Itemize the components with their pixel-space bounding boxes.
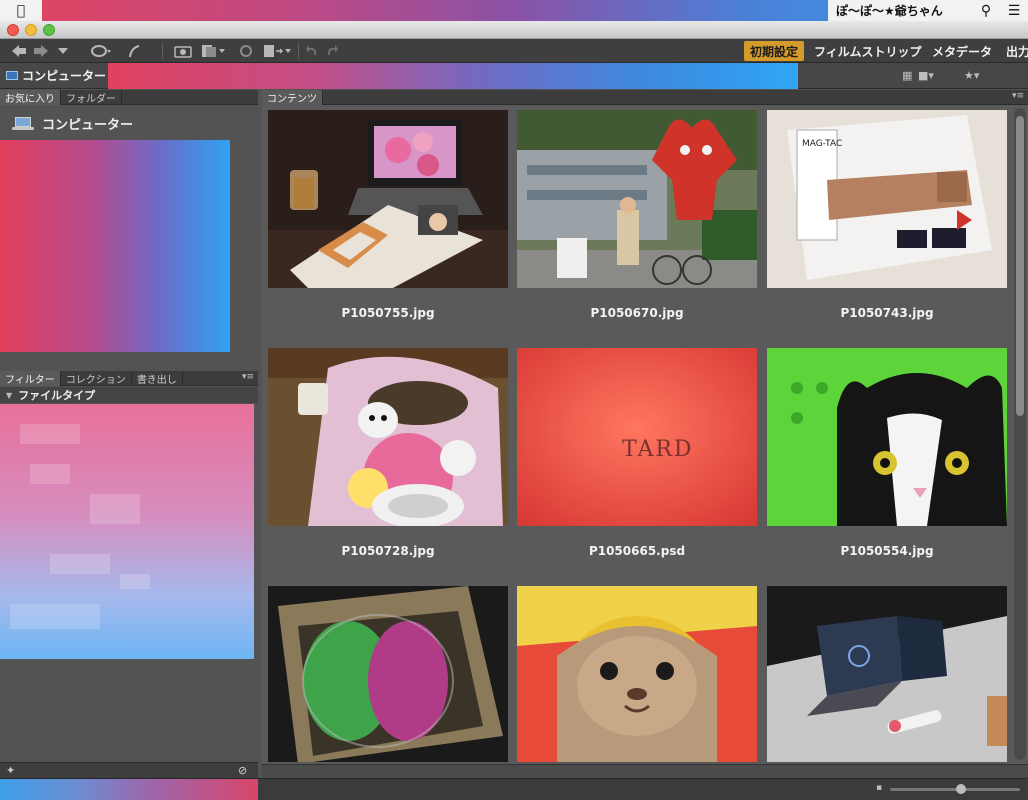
window-title-bar	[0, 21, 1028, 39]
vertical-scrollbar[interactable]	[1014, 108, 1026, 760]
thumbnail-image[interactable]	[767, 348, 1007, 526]
thumbnail-cell[interactable]	[268, 586, 508, 762]
panel-menu-icon[interactable]: ▾≡	[1012, 91, 1024, 101]
thumbnail-filename: P1050755.jpg	[341, 306, 435, 320]
filter-tab-row: フィルター コレクション 書き出し ▾≡	[0, 371, 258, 386]
path-item-label: コンピューター	[22, 69, 107, 83]
laptop-icon	[12, 116, 34, 131]
rotate-left-icon[interactable]	[304, 41, 320, 61]
path-bar: コンピューター ▦ ■▾ ★▾	[0, 63, 1028, 89]
toolbar-separator	[162, 43, 163, 59]
rotate-right-icon[interactable]	[324, 41, 340, 61]
workspace-tab-metadata[interactable]: メタデータ	[926, 41, 998, 61]
redacted-area	[108, 63, 798, 89]
thumbnail-size-dropdown-icon[interactable]: ■▾	[918, 69, 934, 82]
thumbnail-cell[interactable]: P1050554.jpg	[767, 348, 1007, 586]
workspace-tab-filmstrip[interactable]: フィルムストリップ	[808, 41, 928, 61]
thumbnail-size-slider[interactable]	[890, 784, 1020, 794]
slider-knob[interactable]	[956, 784, 966, 794]
thumbnail-cell[interactable]: TARD P1050665.psd	[517, 348, 757, 586]
apple-menu-icon[interactable]: 	[0, 0, 42, 21]
thumbnail-image[interactable]	[268, 348, 508, 526]
tab-folders[interactable]: フォルダー	[61, 90, 122, 105]
thumbnail-cell[interactable]: P1050670.jpg	[517, 110, 757, 348]
thumbnail-image[interactable]: TARD	[517, 348, 757, 526]
small-thumbnail-icon[interactable]: ▪	[876, 783, 882, 793]
favorites-item-computer[interactable]: コンピューター	[12, 114, 133, 133]
panel-menu-icon[interactable]: ▾≡	[242, 372, 254, 382]
thumbnail-grid: P1050755.jpg P1050670.jpg MAG-TAC P10507…	[262, 106, 1010, 762]
workspace-tab-output[interactable]: 出力	[1000, 41, 1028, 61]
favorites-item-label: コンピューター	[42, 118, 134, 133]
path-item-computer[interactable]: コンピューター	[6, 67, 106, 84]
workspace-tab-essentials[interactable]: 初期設定	[744, 41, 805, 61]
tab-filter[interactable]: フィルター	[0, 371, 61, 386]
toolbar-separator	[298, 43, 299, 59]
camera-import-icon[interactable]	[172, 41, 194, 61]
forward-arrow-icon[interactable]	[32, 41, 50, 61]
left-panel-status: ✦ ⊘	[0, 762, 258, 778]
stone-text: TARD	[622, 437, 694, 462]
tab-collections[interactable]: コレクション	[61, 371, 132, 386]
thumbnail-filename: P1050743.jpg	[840, 306, 934, 320]
tab-favorites[interactable]: お気に入り	[0, 90, 61, 105]
filter-section-title: ファイルタイプ	[18, 389, 96, 402]
clear-filter-icon[interactable]: ⊘	[238, 764, 247, 777]
reveal-recent-icon[interactable]	[126, 41, 142, 61]
thumbnail-cell[interactable]	[517, 586, 757, 762]
thumbnail-cell[interactable]: P1050728.jpg	[268, 348, 508, 586]
open-recent-icon[interactable]	[262, 41, 294, 61]
redacted-area	[0, 404, 254, 659]
computer-icon	[6, 71, 18, 80]
quality-grid-icon[interactable]: ▦	[902, 69, 912, 82]
user-name[interactable]: ぽ〜ぽ〜★爺ちゃん	[836, 2, 972, 19]
filter-section-header[interactable]: ▼ ファイルタイプ	[0, 387, 258, 403]
brand-label: MAG-TAC	[802, 139, 842, 149]
thumbnail-image[interactable]	[268, 110, 508, 288]
redacted-area	[0, 140, 230, 352]
tab-content[interactable]: コンテンツ	[262, 90, 323, 105]
zoom-window-button[interactable]	[43, 24, 55, 36]
pin-icon[interactable]: ✦	[6, 764, 15, 777]
thumbnail-image[interactable]	[517, 110, 757, 288]
close-window-button[interactable]	[7, 24, 19, 36]
scrollbar-thumb[interactable]	[1016, 116, 1024, 416]
star-filter-icon[interactable]: ★▾	[964, 69, 979, 82]
thumbnail-image[interactable]	[767, 586, 1007, 762]
thumbnail-cell[interactable]: P1050755.jpg	[268, 110, 508, 348]
content-bottom-bar	[262, 764, 1028, 778]
history-dropdown-icon[interactable]	[56, 41, 70, 61]
thumbnail-cell[interactable]: MAG-TAC P1050743.jpg	[767, 110, 1007, 348]
thumbnail-filename: P1050665.psd	[588, 544, 686, 558]
content-tab-row: コンテンツ ▾≡	[262, 90, 1028, 105]
content-panel: コンテンツ ▾≡ P1050755.jpg P1050670.jpg MAG-T…	[262, 90, 1028, 778]
thumbnail-cell[interactable]	[767, 586, 1007, 762]
list-icon[interactable]: ☰	[1000, 3, 1028, 19]
back-arrow-icon[interactable]	[10, 41, 28, 61]
minimize-window-button[interactable]	[25, 24, 37, 36]
macos-menu-bar:  ぽ〜ぽ〜★爺ちゃん ⚲ ☰	[0, 0, 1028, 21]
thumbnail-filename: P1050554.jpg	[840, 544, 934, 558]
search-icon[interactable]: ⚲	[972, 3, 1000, 19]
rotate-icon[interactable]	[238, 41, 254, 61]
favorites-panel: お気に入り フォルダー コンピューター	[0, 90, 258, 366]
filter-panel: フィルター コレクション 書き出し ▾≡ ▼ ファイルタイプ	[0, 371, 258, 761]
disclosure-triangle-icon[interactable]: ▼	[6, 391, 12, 400]
thumbnail-image[interactable]	[517, 586, 757, 762]
thumbnail-image[interactable]: MAG-TAC	[767, 110, 1007, 288]
favorites-tab-row: お気に入り フォルダー	[0, 90, 258, 105]
redacted-area	[0, 779, 258, 800]
thumbnail-filename: P1050670.jpg	[590, 306, 684, 320]
tab-export[interactable]: 書き出し	[132, 371, 183, 386]
thumbnail-image[interactable]	[268, 586, 508, 762]
status-bar: ▪	[0, 778, 1028, 800]
boomerang-icon[interactable]	[88, 41, 114, 61]
main-toolbar: 初期設定 フィルムストリップ メタデータ 出力	[0, 39, 1028, 63]
refine-dropdown-icon[interactable]	[200, 41, 228, 61]
thumbnail-filename: P1050728.jpg	[341, 544, 435, 558]
menu-extras: ぽ〜ぽ〜★爺ちゃん ⚲ ☰	[828, 0, 1028, 21]
